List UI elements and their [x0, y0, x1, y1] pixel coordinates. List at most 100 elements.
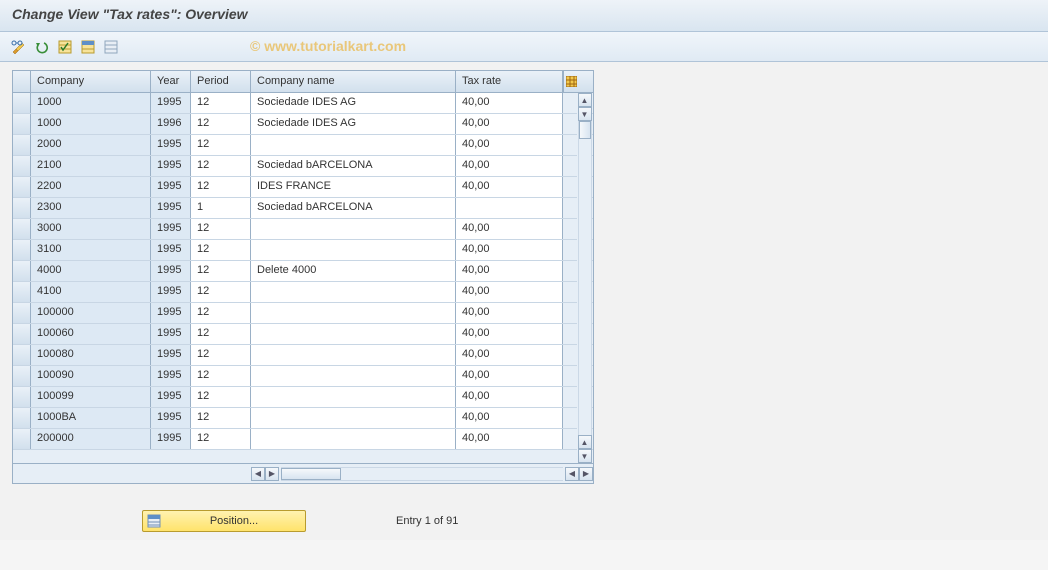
row-selector[interactable]	[13, 135, 31, 155]
select-block-button[interactable]	[77, 36, 99, 58]
row-selector[interactable]	[13, 240, 31, 260]
scroll-down-button[interactable]: ▼	[578, 107, 592, 121]
cell-year[interactable]: 1995	[151, 261, 191, 281]
cell-company-name[interactable]	[251, 324, 456, 344]
row-selector[interactable]	[13, 156, 31, 176]
cell-company-name[interactable]	[251, 345, 456, 365]
deselect-all-button[interactable]	[100, 36, 122, 58]
cell-tax-rate[interactable]: 40,00	[456, 282, 563, 302]
cell-company[interactable]: 2100	[31, 156, 151, 176]
cell-company[interactable]: 2200	[31, 177, 151, 197]
scroll-up-button-2[interactable]: ▲	[578, 435, 592, 449]
cell-company[interactable]: 4000	[31, 261, 151, 281]
cell-company[interactable]: 1000	[31, 114, 151, 134]
row-selector[interactable]	[13, 429, 31, 449]
cell-company-name[interactable]	[251, 408, 456, 428]
cell-year[interactable]: 1996	[151, 114, 191, 134]
cell-tax-rate[interactable]: 40,00	[456, 219, 563, 239]
cell-year[interactable]: 1995	[151, 156, 191, 176]
cell-year[interactable]: 1995	[151, 93, 191, 113]
cell-year[interactable]: 1995	[151, 198, 191, 218]
col-header-period[interactable]: Period	[191, 71, 251, 92]
cell-year[interactable]: 1995	[151, 408, 191, 428]
row-selector[interactable]	[13, 345, 31, 365]
scroll-left-button-2[interactable]: ◀	[565, 467, 579, 481]
cell-tax-rate[interactable]: 40,00	[456, 366, 563, 386]
header-row-selector[interactable]	[13, 71, 31, 92]
cell-year[interactable]: 1995	[151, 219, 191, 239]
cell-year[interactable]: 1995	[151, 345, 191, 365]
cell-company[interactable]: 1000BA	[31, 408, 151, 428]
row-selector[interactable]	[13, 219, 31, 239]
cell-year[interactable]: 1995	[151, 429, 191, 449]
cell-company-name[interactable]	[251, 135, 456, 155]
col-header-company[interactable]: Company	[31, 71, 151, 92]
cell-tax-rate[interactable]: 40,00	[456, 135, 563, 155]
cell-period[interactable]: 12	[191, 219, 251, 239]
cell-company-name[interactable]: IDES FRANCE	[251, 177, 456, 197]
scroll-left-button[interactable]: ◀	[251, 467, 265, 481]
cell-period[interactable]: 12	[191, 135, 251, 155]
row-selector[interactable]	[13, 198, 31, 218]
cell-company-name[interactable]: Sociedad bARCELONA	[251, 156, 456, 176]
cell-company-name[interactable]: Sociedade IDES AG	[251, 93, 456, 113]
scroll-down-button-2[interactable]: ▼	[578, 449, 592, 463]
undo-button[interactable]	[31, 36, 53, 58]
col-header-company-name[interactable]: Company name	[251, 71, 456, 92]
cell-tax-rate[interactable]: 40,00	[456, 429, 563, 449]
cell-period[interactable]: 12	[191, 261, 251, 281]
cell-period[interactable]: 12	[191, 240, 251, 260]
cell-company-name[interactable]: Sociedad bARCELONA	[251, 198, 456, 218]
cell-company-name[interactable]	[251, 366, 456, 386]
col-header-tax-rate[interactable]: Tax rate	[456, 71, 563, 92]
cell-tax-rate[interactable]: 40,00	[456, 303, 563, 323]
cell-period[interactable]: 12	[191, 324, 251, 344]
row-selector[interactable]	[13, 387, 31, 407]
cell-year[interactable]: 1995	[151, 324, 191, 344]
cell-company[interactable]: 100000	[31, 303, 151, 323]
cell-tax-rate[interactable]: 40,00	[456, 387, 563, 407]
cell-company-name[interactable]: Delete 4000	[251, 261, 456, 281]
cell-tax-rate[interactable]: 40,00	[456, 177, 563, 197]
cell-period[interactable]: 12	[191, 93, 251, 113]
cell-company-name[interactable]	[251, 429, 456, 449]
scroll-right-button[interactable]: ▶	[265, 467, 279, 481]
cell-tax-rate[interactable]: 40,00	[456, 240, 563, 260]
cell-period[interactable]: 12	[191, 114, 251, 134]
cell-period[interactable]: 12	[191, 408, 251, 428]
cell-company-name[interactable]	[251, 240, 456, 260]
horizontal-scroll-track[interactable]	[281, 467, 563, 481]
table-config-button[interactable]	[563, 71, 578, 92]
cell-period[interactable]: 12	[191, 345, 251, 365]
cell-period[interactable]: 12	[191, 282, 251, 302]
cell-tax-rate[interactable]: 40,00	[456, 408, 563, 428]
position-button[interactable]: Position...	[142, 510, 306, 532]
cell-tax-rate[interactable]: 40,00	[456, 93, 563, 113]
horizontal-scroll-thumb[interactable]	[281, 468, 341, 480]
cell-year[interactable]: 1995	[151, 177, 191, 197]
cell-tax-rate[interactable]: 40,00	[456, 114, 563, 134]
cell-year[interactable]: 1995	[151, 240, 191, 260]
cell-year[interactable]: 1995	[151, 282, 191, 302]
row-selector[interactable]	[13, 177, 31, 197]
vertical-scroll-track[interactable]	[578, 121, 592, 435]
row-selector[interactable]	[13, 114, 31, 134]
cell-year[interactable]: 1995	[151, 366, 191, 386]
cell-period[interactable]: 12	[191, 303, 251, 323]
cell-year[interactable]: 1995	[151, 303, 191, 323]
row-selector[interactable]	[13, 93, 31, 113]
cell-company-name[interactable]	[251, 387, 456, 407]
vertical-scroll-thumb[interactable]	[579, 121, 591, 139]
cell-company-name[interactable]	[251, 303, 456, 323]
vertical-scrollbar[interactable]: ▲ ▼ ▲ ▼	[577, 93, 592, 463]
select-all-button[interactable]	[54, 36, 76, 58]
cell-company[interactable]: 100080	[31, 345, 151, 365]
scroll-up-button[interactable]: ▲	[578, 93, 592, 107]
cell-tax-rate[interactable]: 40,00	[456, 345, 563, 365]
cell-period[interactable]: 12	[191, 387, 251, 407]
cell-company-name[interactable]	[251, 282, 456, 302]
cell-year[interactable]: 1995	[151, 387, 191, 407]
cell-company[interactable]: 100099	[31, 387, 151, 407]
cell-period[interactable]: 1	[191, 198, 251, 218]
cell-period[interactable]: 12	[191, 177, 251, 197]
